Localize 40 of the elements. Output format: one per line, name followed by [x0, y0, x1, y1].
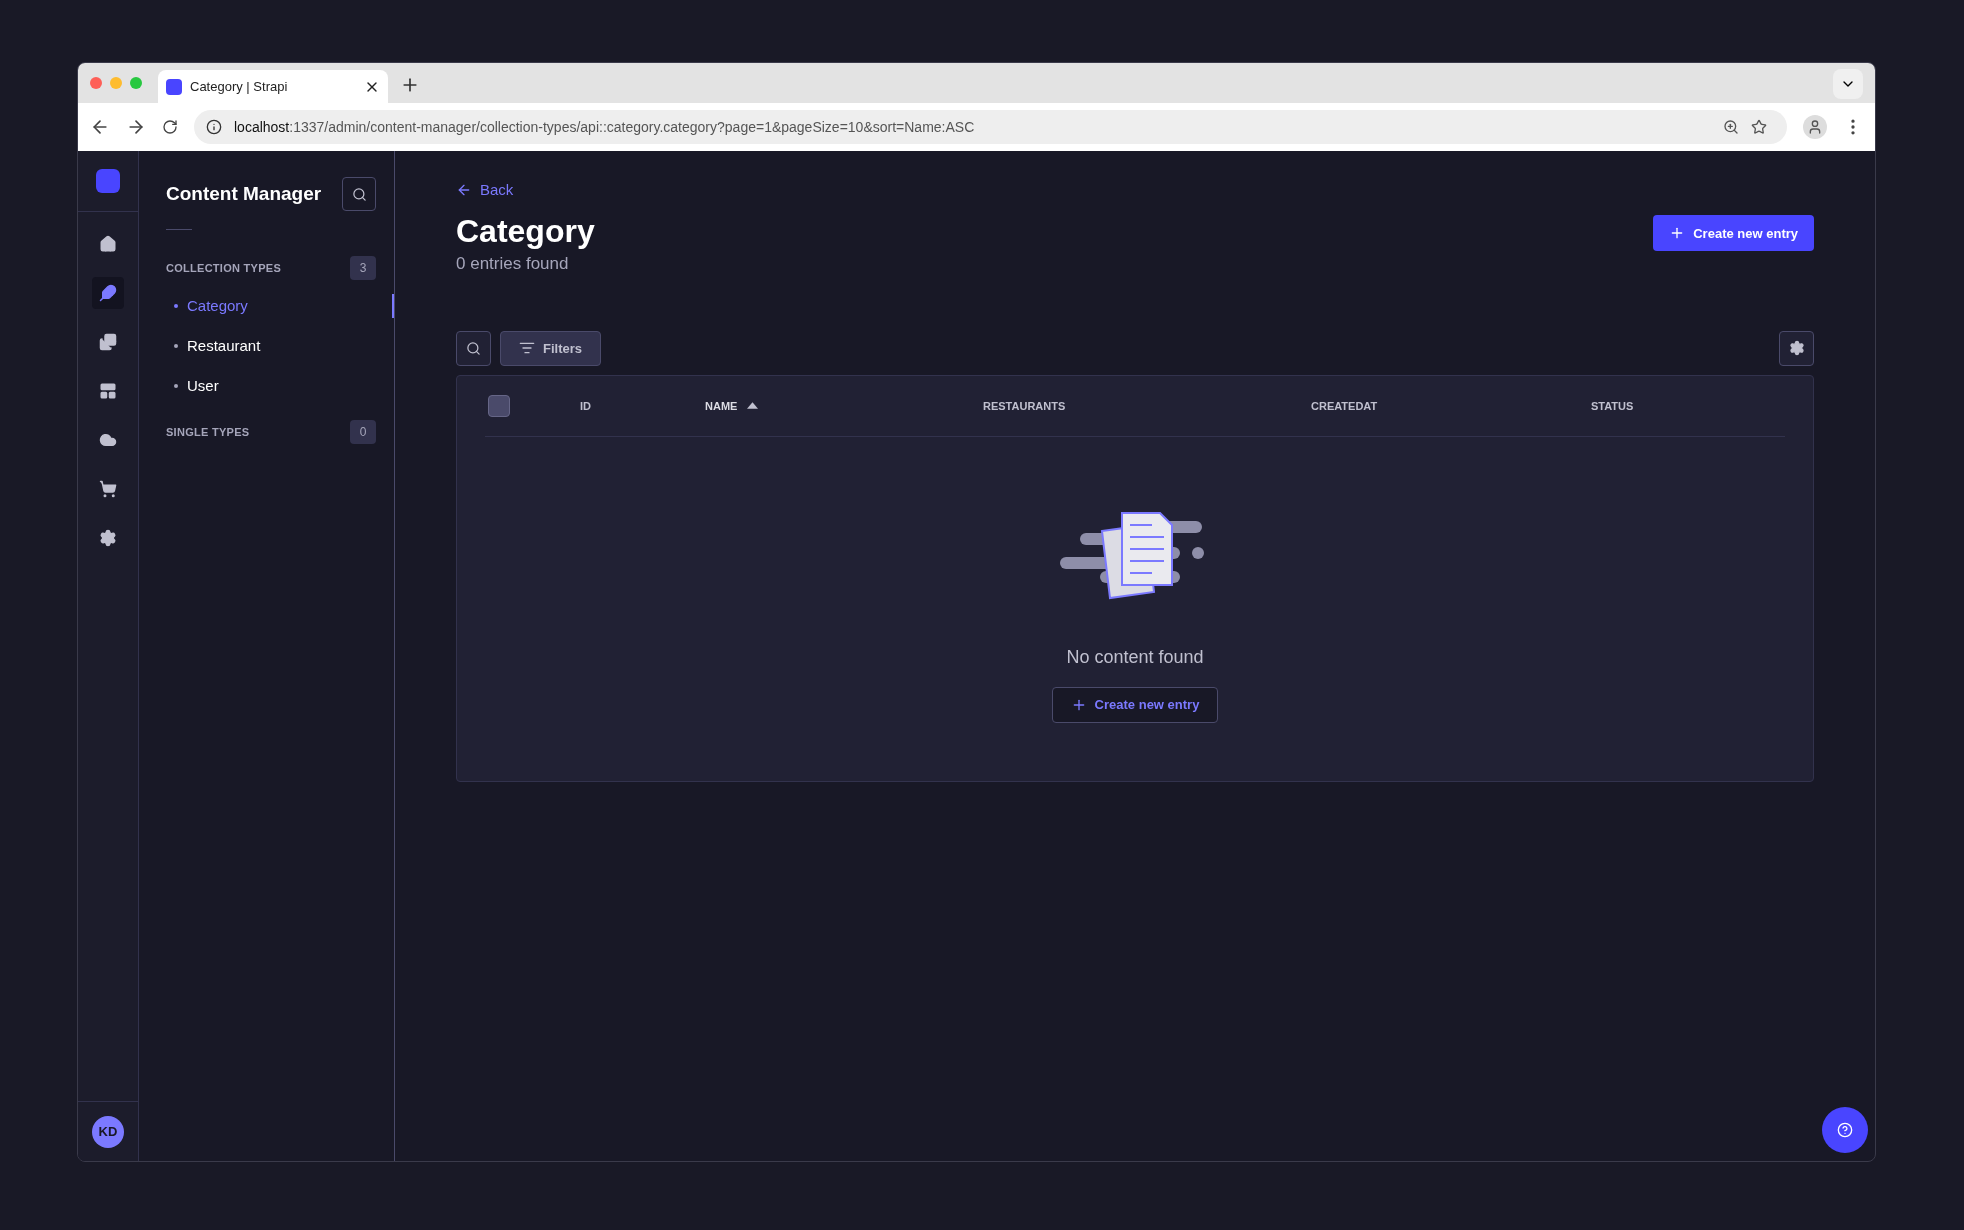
- search-button[interactable]: [342, 177, 376, 211]
- search-icon: [351, 186, 367, 202]
- zoom-icon[interactable]: [1723, 119, 1739, 135]
- site-info-icon[interactable]: [206, 119, 222, 135]
- section-heading: SINGLE TYPES: [166, 424, 250, 440]
- bookmark-star-icon[interactable]: [1751, 119, 1767, 135]
- entries-count: 0 entries found: [456, 253, 570, 276]
- search-button[interactable]: [456, 330, 491, 366]
- reload-icon[interactable]: [162, 119, 178, 135]
- count-badge: 3: [350, 256, 376, 280]
- browser-tab[interactable]: Category | Strapi: [158, 70, 388, 103]
- settings-button[interactable]: [1779, 330, 1814, 366]
- column-header[interactable]: STATUS: [1591, 397, 1634, 414]
- column-header[interactable]: ID: [580, 397, 591, 414]
- empty-state-message: No content found: [1066, 645, 1204, 669]
- section-heading: COLLECTION TYPES: [166, 260, 282, 276]
- sidebar-title: Content Manager: [166, 181, 322, 206]
- address-field[interactable]: localhost:1337/admin/content-manager/collection-types/api::category.category?page=1&pageSize=10&sort=Name:ASC: [194, 110, 1787, 144]
- settings-icon: [1788, 340, 1805, 357]
- search-icon: [466, 340, 481, 356]
- sidebar-item[interactable]: Restaurant: [166, 334, 394, 358]
- help-icon: [1837, 1122, 1853, 1138]
- back-link[interactable]: Back: [456, 179, 514, 202]
- user-avatar[interactable]: KD: [92, 1115, 124, 1148]
- feather-icon[interactable]: [92, 277, 124, 309]
- profile-icon[interactable]: [1803, 115, 1827, 139]
- page-title: Category: [456, 212, 595, 252]
- count-badge: 0: [350, 420, 376, 444]
- column-header[interactable]: CREATEDAT: [1311, 397, 1378, 414]
- sidebar-item[interactable]: User: [166, 374, 394, 398]
- column-header[interactable]: NAME: [705, 397, 738, 414]
- create-entry-button[interactable]: Create new entry: [1051, 686, 1219, 723]
- column-header[interactable]: RESTAURANTS: [983, 397, 1066, 414]
- create-entry-button[interactable]: Create new entry: [1653, 215, 1814, 252]
- sidebar-item[interactable]: Category: [166, 294, 394, 318]
- tab-list-button[interactable]: [1833, 69, 1863, 99]
- help-button[interactable]: [1822, 1107, 1868, 1153]
- select-all-checkbox[interactable]: [488, 394, 510, 417]
- filters-button[interactable]: Filters: [500, 330, 601, 366]
- sort-up-icon[interactable]: [747, 402, 759, 410]
